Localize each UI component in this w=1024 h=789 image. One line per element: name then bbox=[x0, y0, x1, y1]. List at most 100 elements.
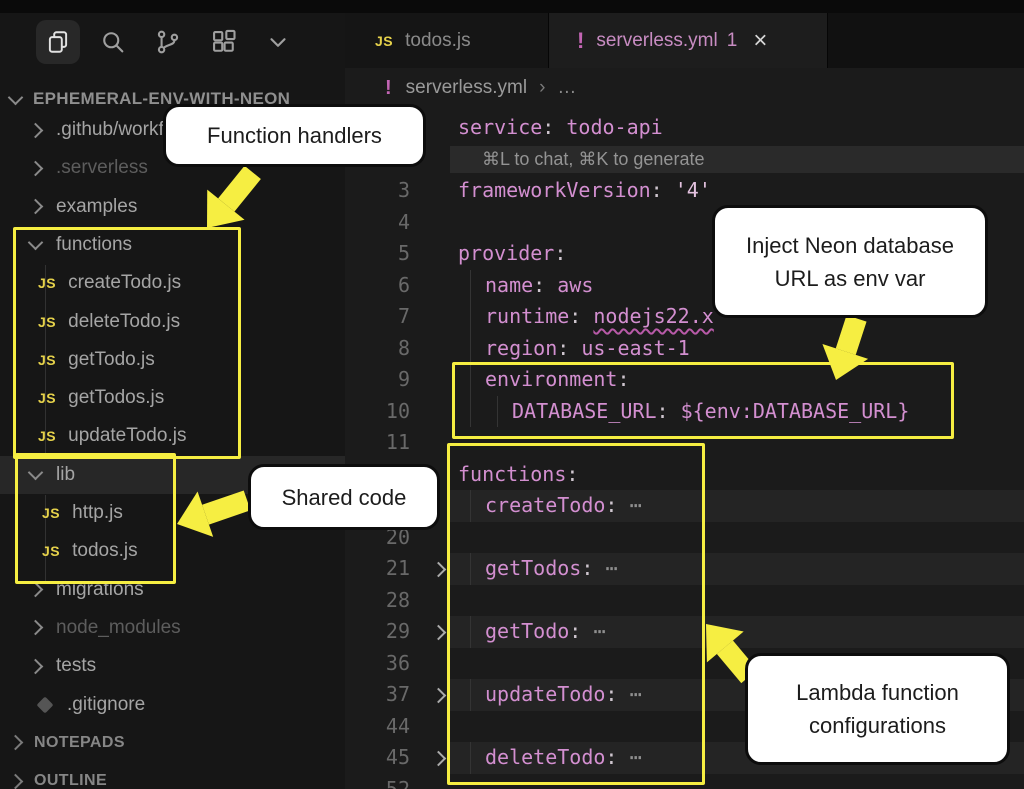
highlight-box-environment bbox=[452, 362, 954, 439]
fold-chevron-icon[interactable] bbox=[431, 625, 447, 641]
line-number: 28 bbox=[345, 585, 410, 617]
code-token: : bbox=[533, 273, 557, 297]
callout-function-handlers: Function handlers bbox=[163, 104, 426, 167]
chevron-icon bbox=[28, 582, 44, 598]
gitignore-icon bbox=[37, 696, 54, 713]
tab-label: todos.js bbox=[405, 30, 470, 52]
tab-label: serverless.yml bbox=[596, 30, 717, 52]
line-number: 6 bbox=[345, 270, 410, 302]
code-line[interactable]: 3 frameworkVersion: '4' bbox=[345, 175, 1024, 207]
yaml-warning-icon: ! bbox=[577, 28, 584, 54]
code-token: nodejs22.x bbox=[593, 304, 713, 328]
line-number: 5 bbox=[345, 238, 410, 270]
code-line[interactable]: ⌘L to chat, ⌘K to generate bbox=[345, 144, 1024, 176]
tree-item[interactable]: JS tests bbox=[0, 647, 345, 685]
yaml-warning-icon: ! bbox=[385, 77, 392, 100]
title-bar bbox=[0, 0, 1024, 13]
chevron-icon bbox=[8, 735, 24, 751]
code-token: provider bbox=[458, 241, 554, 265]
highlight-box-functions-folder bbox=[13, 227, 241, 459]
callout-text: Function handlers bbox=[207, 119, 382, 152]
highlight-box-functions-config bbox=[447, 443, 705, 785]
chevron-icon bbox=[28, 620, 44, 636]
tab-bar: JS todos.js ! serverless.yml 1 × bbox=[345, 13, 1024, 69]
breadcrumb-file[interactable]: serverless.yml bbox=[406, 77, 527, 99]
tree-item[interactable]: JS NOTEPADS bbox=[0, 724, 345, 762]
tree-item[interactable]: JS examples bbox=[0, 188, 345, 226]
vscode-window: EPHEMERAL-ENV-WITH-NEON JS .github/workf… bbox=[0, 0, 1024, 789]
fold-chevron-icon[interactable] bbox=[431, 688, 447, 704]
code-token: runtime bbox=[485, 304, 569, 328]
code-token: : bbox=[557, 336, 581, 360]
line-number: 8 bbox=[345, 333, 410, 365]
breadcrumb-more[interactable]: … bbox=[557, 77, 576, 99]
ai-hint-text: ⌘L to chat, ⌘K to generate bbox=[482, 149, 704, 169]
code-text: service: todo-api bbox=[458, 112, 663, 144]
line-number: 37 bbox=[345, 679, 410, 711]
code-text: frameworkVersion: '4' bbox=[458, 175, 711, 207]
chevron-icon bbox=[28, 161, 44, 177]
code-text: region: us-east-1 bbox=[485, 333, 690, 365]
fold-chevron-icon[interactable] bbox=[431, 562, 447, 578]
chevron-icon bbox=[28, 199, 44, 215]
code-text: name: aws bbox=[485, 270, 593, 302]
fold-chevron-icon[interactable] bbox=[431, 751, 447, 767]
tab-todos[interactable]: JS todos.js bbox=[345, 13, 549, 68]
chevron-icon bbox=[28, 658, 44, 674]
tree-item[interactable]: JS node_modules bbox=[0, 609, 345, 647]
line-number: 4 bbox=[345, 207, 410, 239]
tree-item[interactable]: JS .gitignore bbox=[0, 686, 345, 724]
code-token: region bbox=[485, 336, 557, 360]
line-number: 10 bbox=[345, 396, 410, 428]
line-number: 52 bbox=[345, 774, 410, 789]
line-number: 9 bbox=[345, 364, 410, 396]
chevron-icon bbox=[8, 773, 24, 789]
line-number: 29 bbox=[345, 616, 410, 648]
breadcrumb-separator: › bbox=[539, 77, 545, 99]
callout-text: Lambda function configurations bbox=[758, 676, 997, 742]
tree-item-label: OUTLINE bbox=[34, 772, 107, 789]
indent-guide bbox=[470, 270, 471, 302]
code-token: : bbox=[542, 115, 566, 139]
line-number: 36 bbox=[345, 648, 410, 680]
callout-lambda-config: Lambda function configurations bbox=[745, 653, 1010, 765]
code-token: : bbox=[569, 304, 593, 328]
tree-item-label: NOTEPADS bbox=[34, 734, 125, 752]
line-number: 7 bbox=[345, 301, 410, 333]
js-file-icon: JS bbox=[375, 33, 393, 49]
code-text: runtime: nodejs22.x bbox=[485, 301, 714, 333]
tree-item-label: examples bbox=[56, 196, 137, 218]
tree-item-label: .gitignore bbox=[67, 694, 145, 716]
tree-item-label: node_modules bbox=[56, 617, 181, 639]
line-number: 21 bbox=[345, 553, 410, 585]
tree-item[interactable]: JS OUTLINE bbox=[0, 762, 345, 789]
code-token: frameworkVersion bbox=[458, 178, 651, 202]
callout-text: Inject Neon database URL as env var bbox=[725, 229, 975, 295]
callout-text: Shared code bbox=[282, 481, 407, 514]
code-token: todo-api bbox=[566, 115, 662, 139]
line-number: 11 bbox=[345, 427, 410, 459]
ai-hint-bar: ⌘L to chat, ⌘K to generate bbox=[450, 146, 1024, 174]
tab-badge: 1 bbox=[727, 30, 738, 52]
code-token: service bbox=[458, 115, 542, 139]
code-token: us-east-1 bbox=[581, 336, 689, 360]
breadcrumb[interactable]: ! serverless.yml › … bbox=[345, 68, 1024, 108]
indent-guide bbox=[470, 333, 471, 365]
chevron-icon bbox=[28, 122, 44, 138]
code-token: : bbox=[554, 241, 566, 265]
code-token: : bbox=[651, 178, 675, 202]
callout-inject-neon: Inject Neon database URL as env var bbox=[712, 205, 988, 318]
callout-shared-code: Shared code bbox=[248, 464, 440, 530]
code-text: provider: bbox=[458, 238, 566, 270]
close-icon[interactable]: × bbox=[753, 29, 767, 53]
code-token: '4' bbox=[675, 178, 711, 202]
tree-item-label: tests bbox=[56, 655, 96, 677]
line-number: 45 bbox=[345, 742, 410, 774]
highlight-box-lib-folder bbox=[15, 453, 176, 584]
line-number: 3 bbox=[345, 175, 410, 207]
code-line[interactable]: 1 service: todo-api bbox=[345, 112, 1024, 144]
code-line[interactable]: 8 region: us-east-1 bbox=[345, 333, 1024, 365]
code-token: name bbox=[485, 273, 533, 297]
tab-serverless[interactable]: ! serverless.yml 1 × bbox=[549, 13, 828, 68]
tree-item-label: .serverless bbox=[56, 157, 148, 179]
